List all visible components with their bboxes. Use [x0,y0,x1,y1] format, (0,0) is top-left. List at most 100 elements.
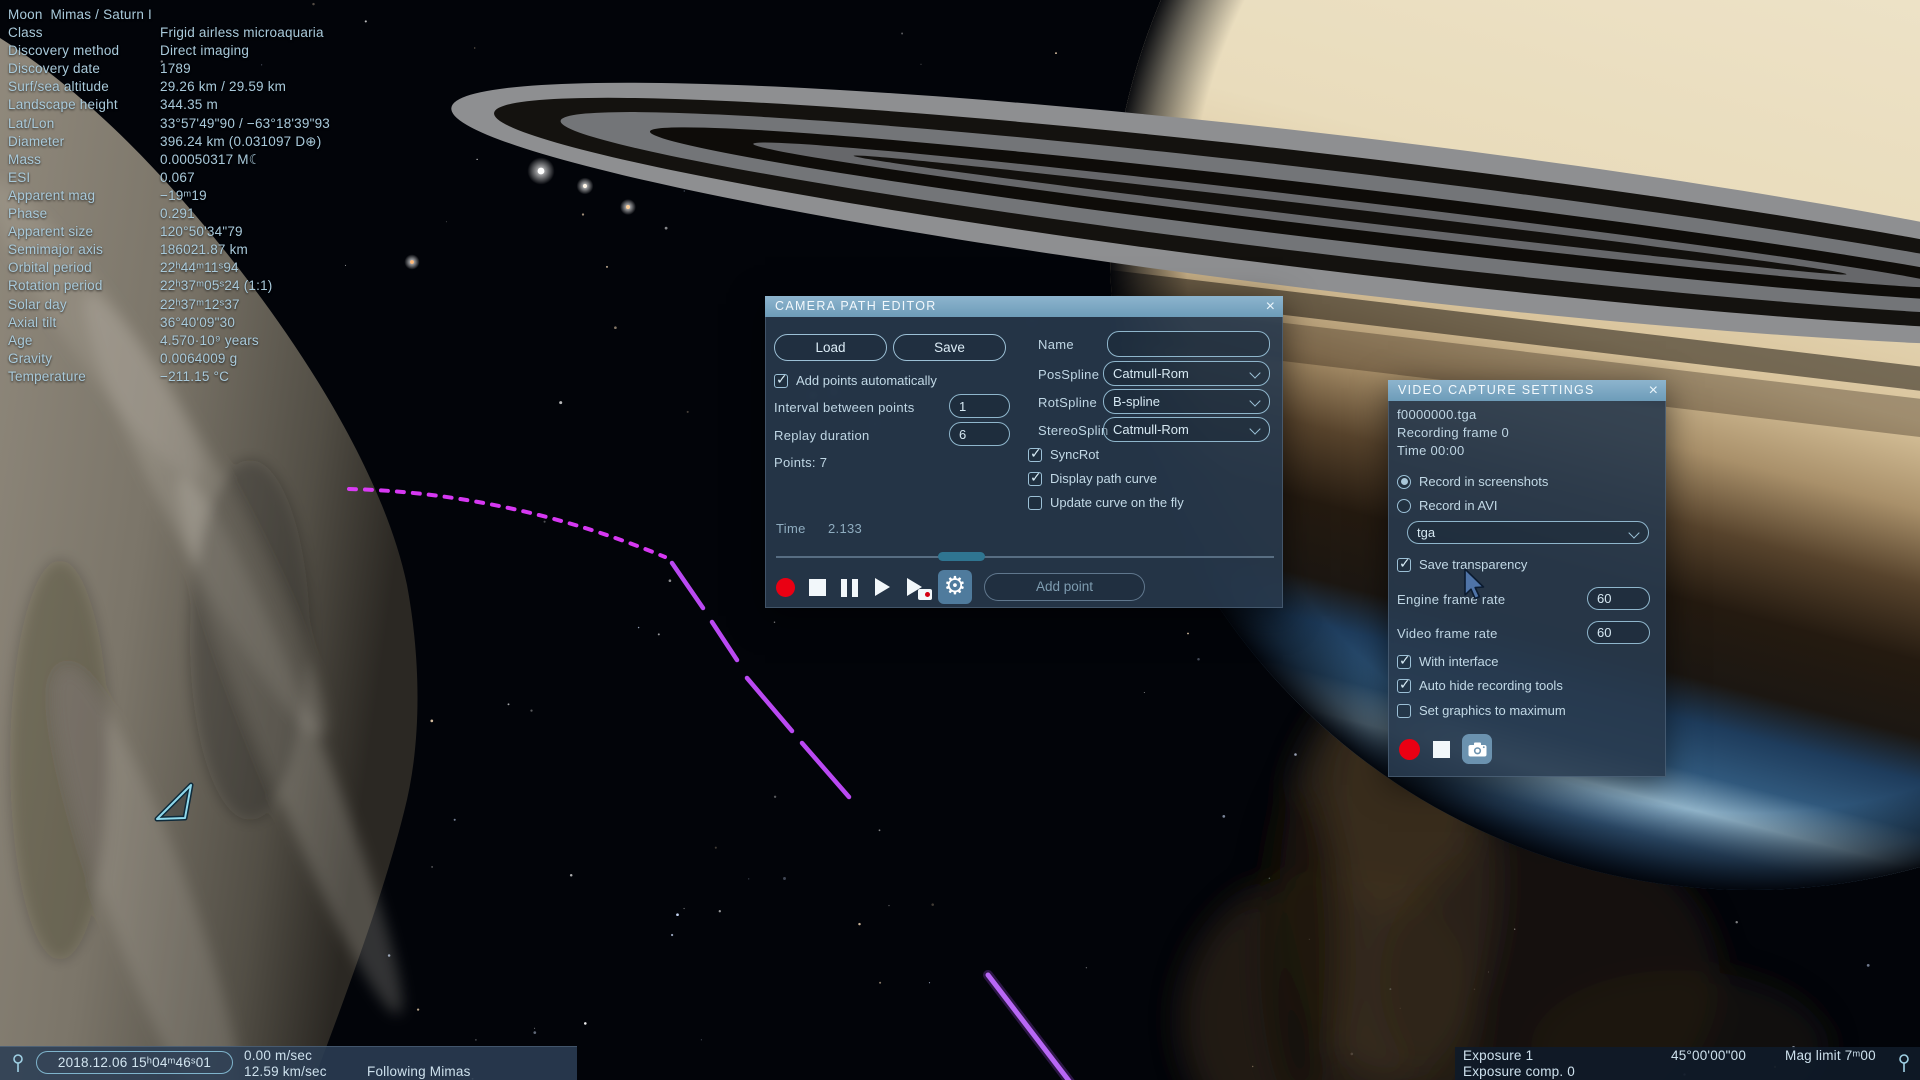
info-row: Gravity 0.0064009 g [8,350,330,368]
surface-pin-icon[interactable] [10,1053,26,1075]
add-points-auto-checkbox[interactable]: Add points automatically [774,371,937,388]
time-slider-track[interactable] [776,556,1274,558]
add-point-button[interactable]: Add point [984,573,1145,601]
settings-gear-button[interactable]: ⚙ [938,570,972,604]
with-interface-checkbox[interactable]: With interface [1397,652,1499,669]
chevron-down-icon [1249,423,1261,435]
name-input[interactable] [1107,331,1270,357]
video-frame-rate-label: Video frame rate [1397,626,1498,641]
following-status: Following Mimas [367,1064,471,1079]
chevron-down-icon [1249,367,1261,379]
video-capture-titlebar[interactable]: VIDEO CAPTURE SETTINGS [1388,380,1666,401]
camera-icon [1468,742,1486,756]
pos-spline-select[interactable]: Catmull-Rom [1103,361,1270,386]
record-dot-icon [925,592,930,597]
info-rows: Class Frigid airless microaquaria Discover… [8,24,330,386]
checkbox-label: With interface [1419,654,1499,669]
status-bar-left: 2018.12.06 15ʰ04ᵐ46ˢ01 0.00 m/sec 12.59 … [0,1046,577,1080]
close-icon[interactable]: × [1649,380,1658,401]
radio-icon [1397,474,1411,489]
info-row: Phase 0.291 [8,205,330,223]
pause-icon[interactable] [841,579,858,597]
recording-frame-status: Recording frame 0 [1397,425,1510,440]
stop-icon[interactable] [809,579,826,596]
info-row: Semimajor axis 186021.87 km [8,241,330,259]
play-and-record-icon[interactable] [907,578,937,604]
display-path-checkbox[interactable]: Display path curve [1028,469,1157,486]
checkbox-label: Set graphics to maximum [1419,703,1566,718]
info-value: 4.570·10⁹ years [160,332,259,348]
auto-hide-tools-checkbox[interactable]: Auto hide recording tools [1397,676,1563,693]
info-label: Apparent size [8,224,94,240]
replay-duration-input[interactable] [949,422,1010,446]
info-row: Temperature −211.15 °C [8,368,330,386]
stereo-spline-select[interactable]: Catmull-Rom [1103,417,1270,442]
info-row: Rotation period 22ʰ37ᵐ05ˢ24 (1:1) [8,277,330,295]
engine-frame-rate-input[interactable] [1587,587,1650,610]
camera-path-editor-titlebar[interactable]: CAMERA PATH EDITOR [765,296,1283,317]
load-button[interactable]: Load [774,334,887,361]
stereo-spline-label: StereoSplin [1038,423,1109,438]
info-value: 120°50'34"79 [160,224,243,240]
pos-spline-label: PosSpline [1038,367,1100,382]
stop-icon[interactable] [1433,741,1450,758]
info-row: Mass 0.00050317 M☾ [8,151,330,169]
datetime-display[interactable]: 2018.12.06 15ʰ04ᵐ46ˢ01 [36,1051,233,1074]
info-row: ESI 0.067 [8,169,330,187]
speed-primary: 0.00 m/sec [244,1048,313,1063]
record-avi-radio[interactable]: Record in AVI [1397,498,1498,513]
time-slider-handle[interactable] [938,552,985,561]
radio-label: Record in screenshots [1419,474,1549,489]
info-value: Frigid airless microaquaria [160,25,324,41]
format-select[interactable]: tga [1407,521,1649,544]
info-row: Surf/sea altitude 29.26 km / 29.59 km [8,78,330,96]
status-bar-right: Exposure 1 Exposure comp. 0 45°00'00"00 … [1455,1047,1920,1080]
info-label: Apparent mag [8,187,96,203]
info-row: Age 4.570·10⁹ years [8,332,330,350]
info-label: Class [8,25,43,41]
chevron-down-icon [1249,395,1261,407]
info-value: 29.26 km / 29.59 km [160,79,287,95]
object-title: Moon Mimas / Saturn I [8,7,152,22]
video-frame-rate-input[interactable] [1587,621,1650,644]
checkbox-label: SyncRot [1050,447,1100,462]
name-label: Name [1038,337,1074,352]
object-info-panel: Moon Mimas / Saturn I Class Frigid airles… [8,6,330,386]
mag-limit-value: Mag limit 7ᵐ00 [1785,1048,1876,1063]
screenshot-camera-button[interactable] [1462,734,1492,764]
play-icon[interactable] [875,578,890,596]
update-curve-checkbox[interactable]: Update curve on the fly [1028,495,1184,510]
record-icon[interactable] [776,578,795,597]
info-row: Axial tilt 36°40'09"30 [8,314,330,332]
rot-spline-value: B-spline [1113,394,1160,409]
interval-input[interactable] [949,394,1010,418]
capture-filename: f0000000.tga [1397,407,1477,422]
stereo-spline-value: Catmull-Rom [1113,422,1189,437]
radio-icon [1397,498,1411,513]
record-screenshots-radio[interactable]: Record in screenshots [1397,474,1548,489]
surface-pin-icon[interactable] [1896,1053,1912,1075]
info-value: 22ʰ37ᵐ05ˢ24 (1:1) [160,278,273,294]
fov-value: 45°00'00"00 [1671,1048,1747,1063]
info-value: 36°40'09"30 [160,314,236,330]
max-graphics-checkbox[interactable]: Set graphics to maximum [1397,703,1566,718]
info-label: Solar day [8,296,67,312]
close-icon[interactable]: × [1266,296,1275,317]
info-row: Discovery method Direct imaging [8,42,330,60]
sync-rot-checkbox[interactable]: SyncRot [1028,445,1100,462]
info-value: 33°57'49"90 / −63°18'39"93 [160,115,331,131]
rot-spline-select[interactable]: B-spline [1103,389,1270,414]
info-row: Solar day 22ʰ37ᵐ12ˢ37 [8,296,330,314]
info-label: Age [8,332,33,348]
checkbox-icon [1397,703,1411,718]
info-label: Axial tilt [8,314,57,330]
checkbox-icon [774,371,788,388]
info-label: Semimajor axis [8,242,104,258]
record-icon[interactable] [1399,739,1420,760]
info-value: Direct imaging [160,43,250,59]
info-value: 0.00050317 M☾ [160,151,262,167]
info-value: 1789 [160,61,191,77]
info-value: 22ʰ37ᵐ12ˢ37 [160,296,240,312]
info-label: Diameter [8,133,65,149]
save-button[interactable]: Save [893,334,1006,361]
